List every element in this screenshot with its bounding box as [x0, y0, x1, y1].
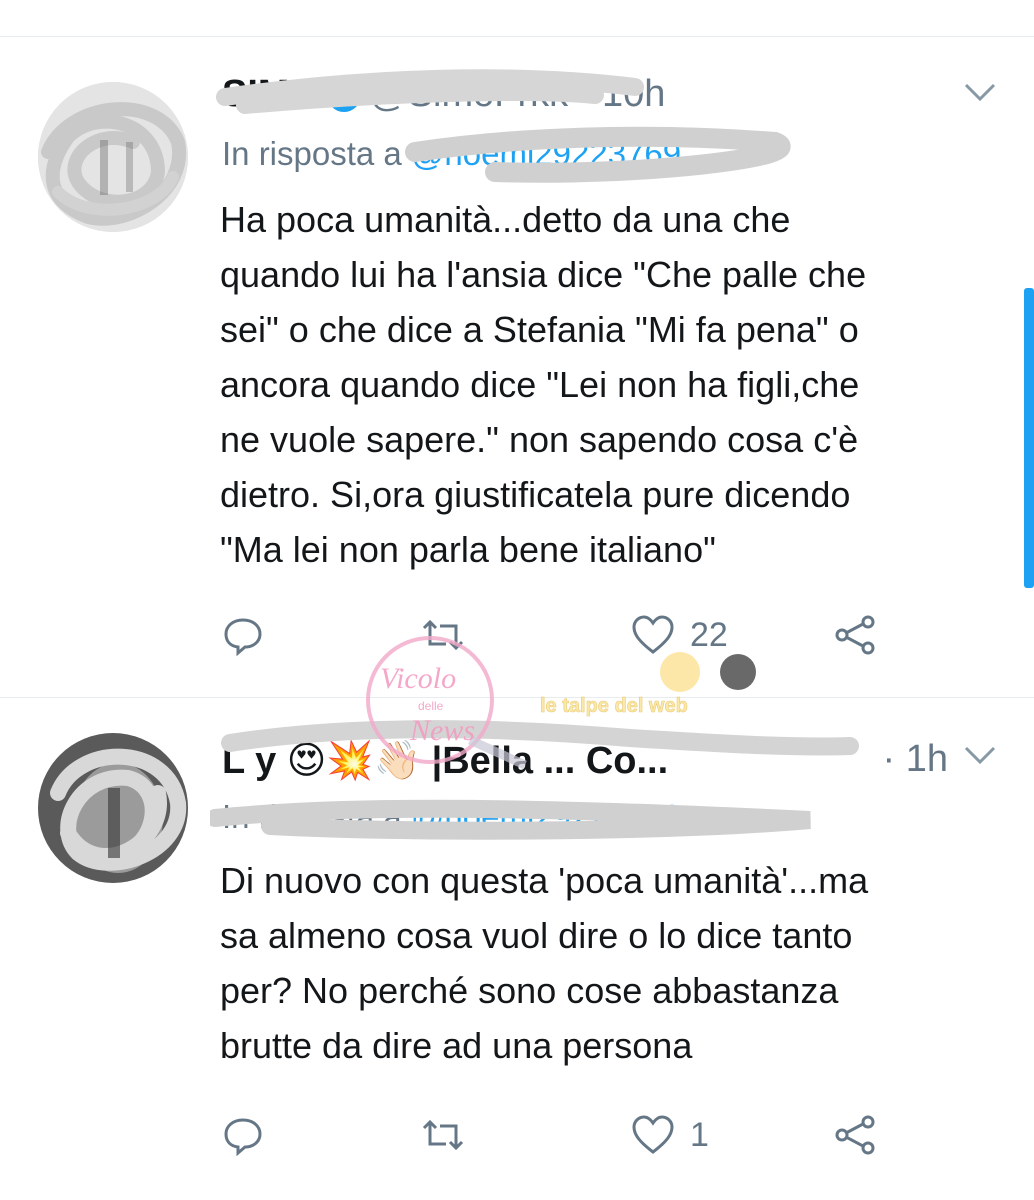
- tweet-time[interactable]: 10h: [602, 73, 665, 115]
- retweet-button[interactable]: [420, 610, 480, 660]
- reply-context: In risposta a @noemi29223769: [222, 798, 681, 836]
- retweet-icon: [422, 619, 464, 651]
- like-button[interactable]: 22: [630, 610, 728, 660]
- share-icon: [835, 615, 875, 655]
- like-count: 1: [690, 1115, 709, 1154]
- avatar[interactable]: [38, 733, 188, 883]
- reply-button[interactable]: [220, 1110, 280, 1160]
- heart-icon: [632, 615, 674, 654]
- tweet-text: Ha poca umanità...detto da una che quand…: [220, 199, 867, 570]
- tweet-actions: 22: [220, 610, 900, 660]
- reply-prefix: In risposta a: [222, 135, 402, 172]
- retweet-button[interactable]: [420, 1110, 480, 1160]
- share-button[interactable]: [832, 610, 878, 660]
- reply-button[interactable]: [220, 610, 280, 660]
- reply-prefix: In risposta a: [222, 798, 402, 835]
- tweet-header: L y 😍💥👋🏻 |Bella ... Co...: [222, 738, 964, 783]
- tweet[interactable]: SIMO ✓ @SimoFrkk · 10h In risposta a @noem…: [0, 37, 1034, 698]
- reply-handle-link[interactable]: @noemi29223769: [411, 135, 681, 172]
- share-icon: [835, 1115, 875, 1155]
- display-name[interactable]: L y 😍💥👋🏻 |Bella ... Co...: [222, 740, 668, 782]
- tweet-actions: 1: [220, 1110, 900, 1160]
- heart-icon: [632, 1115, 674, 1154]
- share-button[interactable]: [832, 1110, 878, 1160]
- tweet[interactable]: L y 😍💥👋🏻 |Bella ... Co... · 1h In rispos…: [0, 698, 1034, 1200]
- verified-badge-icon: ✓: [327, 78, 362, 112]
- chevron-down-icon[interactable]: [960, 736, 1000, 776]
- retweet-icon: [422, 1119, 464, 1151]
- tweet-time[interactable]: 1h: [906, 738, 948, 780]
- user-handle[interactable]: @SimoFrkk: [369, 73, 568, 115]
- like-count: 22: [690, 615, 728, 654]
- scrollbar[interactable]: [1024, 288, 1034, 588]
- reply-icon: [224, 618, 262, 657]
- reply-handle-link[interactable]: @noemi29223769: [411, 798, 681, 835]
- like-button[interactable]: 1: [630, 1110, 709, 1160]
- chevron-down-icon[interactable]: [960, 73, 1000, 113]
- reply-icon: [224, 1118, 262, 1157]
- display-name[interactable]: SIMO: [222, 73, 319, 115]
- tweet-header: SIMO ✓ @SimoFrkk · 10h: [222, 73, 964, 116]
- separator: ·: [578, 73, 592, 115]
- censor-scribble: [216, 69, 791, 183]
- reply-context: In risposta a @noemi29223769: [222, 135, 681, 173]
- tweet-text: Di nuovo con questa 'poca umanità'...ma …: [220, 860, 869, 1066]
- top-divider: [0, 0, 1034, 37]
- tweet-meta: · 1h: [883, 738, 949, 781]
- avatar[interactable]: [38, 82, 188, 232]
- separator: ·: [882, 738, 896, 780]
